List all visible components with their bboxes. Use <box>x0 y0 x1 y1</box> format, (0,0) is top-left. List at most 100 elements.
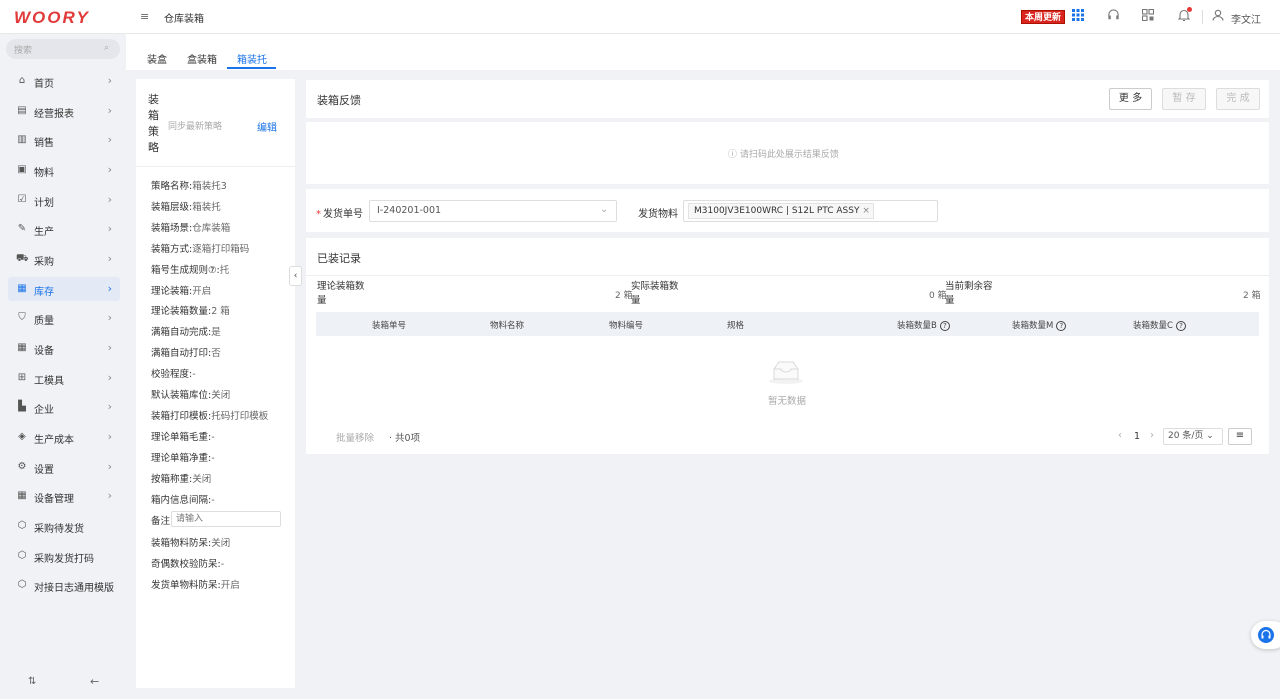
sidebar-item[interactable]: ⚙ 设置 › <box>8 455 120 479</box>
strategy-line: 装箱方式:逐箱打印箱码 <box>151 241 249 255</box>
column-material-name[interactable]: 物料名称 <box>490 319 524 331</box>
tab-bar <box>126 34 1280 70</box>
chevron-right-icon: › <box>107 133 112 146</box>
help-icon[interactable]: ? <box>1056 321 1067 331</box>
logo[interactable]: WOORY <box>14 8 90 28</box>
required-mark: * <box>316 209 321 220</box>
note-label: 备注 <box>151 516 171 527</box>
cost-icon: ◈ <box>18 431 26 442</box>
user-name[interactable]: 李文江 <box>1231 11 1261 26</box>
column-material-code[interactable]: 物料编号 <box>609 319 643 331</box>
sort-icon[interactable]: ⇅ <box>28 676 36 687</box>
next-page-button[interactable]: › <box>1150 430 1154 441</box>
strategy-line-value: 是 <box>211 327 221 339</box>
weekly-update-badge[interactable]: 本周更新 <box>1021 10 1066 24</box>
sidebar-item[interactable]: ▦ 设备 › <box>8 336 120 360</box>
sidebar-item[interactable]: ⬡ 采购发货打码 <box>8 544 120 568</box>
plan-icon: ☑ <box>17 194 27 205</box>
sidebar-item[interactable]: ▦ 设备管理 › <box>8 484 120 508</box>
material-tag: M3100JV3E100WRC | S12L PTC ASSY × <box>688 203 874 219</box>
sidebar-item[interactable]: ▣ 物料 › <box>8 158 120 182</box>
column-spec[interactable]: 规格 <box>727 319 744 331</box>
column-quantity-m[interactable]: 装箱数量M? <box>1012 319 1067 331</box>
tag-close-icon[interactable]: × <box>862 206 870 216</box>
strategy-line-value: - <box>220 559 225 570</box>
strategy-line-value: 托 <box>219 264 230 276</box>
column-quantity-c[interactable]: 装箱数量C? <box>1133 319 1186 331</box>
complete-button[interactable]: 完 成 <box>1216 88 1260 110</box>
sidebar-item[interactable]: ⬡ 采购待发货 <box>8 514 120 538</box>
sidebar-item[interactable]: ⌂ 首页 › <box>8 69 120 93</box>
sidebar-item[interactable]: ▤ 经营报表 › <box>8 99 120 123</box>
more-button[interactable]: 更 多 <box>1109 88 1152 110</box>
sidebar-item[interactable]: ⛉ 质量 › <box>8 306 120 330</box>
page-size-select[interactable]: 20 条/页 ⌄ <box>1163 428 1223 445</box>
column-carton-number[interactable]: 装箱单号 <box>372 319 406 331</box>
chevron-right-icon: › <box>107 74 112 87</box>
headset-icon[interactable] <box>1258 627 1274 643</box>
column-quantity-m-label: 装箱数量M <box>1012 321 1054 331</box>
column-settings-button[interactable]: ≡ <box>1228 428 1252 445</box>
sidebar-item[interactable]: ▙ 企业 › <box>8 395 120 419</box>
sync-strategy-link[interactable]: 同步最新策略 <box>168 119 222 132</box>
column-quantity-b[interactable]: 装箱数量B? <box>897 319 950 331</box>
sidebar-item[interactable]: ✎ 生产 › <box>8 217 120 241</box>
tab-box-into-carton[interactable]: 盒装箱 <box>187 51 217 66</box>
chevron-down-icon[interactable]: ⌄ <box>600 204 608 215</box>
sidebar-item[interactable]: ⬡ 对接日志通用模版 <box>8 573 120 597</box>
apps-grid-icon[interactable] <box>1070 9 1086 25</box>
sidebar-item[interactable]: ▦ 库存 › <box>8 277 120 301</box>
feedback-empty-text: ⓘ 请扫码此处展示结果反馈 <box>728 150 839 160</box>
strategy-line-value: 箱装托 <box>192 201 221 213</box>
note-input[interactable] <box>171 511 281 527</box>
menu-toggle-icon[interactable]: ≡ <box>140 10 149 23</box>
toolbox-icon: ⊞ <box>17 372 27 383</box>
user-icon[interactable] <box>1210 9 1226 25</box>
strategy-line: 理论装箱数量:2 箱 <box>151 303 230 317</box>
tab-carton-into-pallet[interactable]: 箱装托 <box>237 51 267 66</box>
strategy-line-value: 仓库装箱 <box>192 222 231 234</box>
strategy-line: 理论单箱净重:- <box>151 450 215 464</box>
material-icon: ▣ <box>17 164 27 175</box>
current-page[interactable]: 1 <box>1134 431 1140 442</box>
strategy-line-value: 否 <box>211 348 221 360</box>
help-icon[interactable]: ? <box>1175 321 1186 331</box>
records-card <box>306 238 1269 454</box>
remaining-capacity-value: 2 箱 <box>1243 291 1261 301</box>
shipment-material-label: 发货物料 <box>638 209 678 220</box>
theoretical-quantity-value: 2 箱 <box>615 291 633 301</box>
strategy-line-label: 默认装箱库位: <box>151 390 212 401</box>
sidebar-item-label: 生产 <box>34 227 54 238</box>
building-icon: ▙ <box>18 401 26 412</box>
divider <box>306 275 1269 276</box>
sidebar-item[interactable]: ◈ 生产成本 › <box>8 425 120 449</box>
save-draft-button[interactable]: 暂 存 <box>1162 88 1206 110</box>
strategy-line-label: 装箱打印模板: <box>151 410 212 422</box>
edit-strategy-link[interactable]: 编辑 <box>257 119 277 134</box>
sidebar-item[interactable]: ⊞ 工模具 › <box>8 366 120 390</box>
prev-page-button[interactable]: ‹ <box>1118 430 1122 441</box>
strategy-line-value: 2 箱 <box>211 306 230 318</box>
strategy-line-value: 开启 <box>220 580 240 591</box>
report-icon: ▤ <box>17 105 27 116</box>
tab-box[interactable]: 装盒 <box>147 51 167 66</box>
search-icon[interactable]: ⌕ <box>104 43 109 53</box>
sidebar-item[interactable]: ⛟ 采购 › <box>8 247 120 271</box>
headset-icon[interactable] <box>1105 9 1121 25</box>
strategy-line: 奇偶数校验防呆:- <box>151 556 224 570</box>
sidebar-item-label: 设备 <box>34 346 54 357</box>
collapse-panel-button[interactable]: ‹ <box>289 266 302 286</box>
sidebar-item[interactable]: ▥ 销售 › <box>8 128 120 152</box>
divider <box>1202 10 1203 24</box>
chevron-right-icon: › <box>107 460 112 473</box>
batch-remove-button[interactable]: 批量移除 <box>336 430 374 444</box>
sidebar-item[interactable]: ☑ 计划 › <box>8 188 120 212</box>
strategy-line-label: 理论单箱净重: <box>151 452 212 464</box>
help-icon[interactable]: ? <box>939 321 950 331</box>
collapse-sidebar-icon[interactable]: ← <box>90 675 99 688</box>
qr-code-icon[interactable] <box>1140 8 1156 25</box>
strategy-line: 策略名称:箱装托3 <box>151 178 227 192</box>
strategy-line-label: 按箱称重: <box>151 473 193 485</box>
sidebar-item-label: 计划 <box>34 198 54 209</box>
sidebar-item-label: 质量 <box>34 316 54 327</box>
